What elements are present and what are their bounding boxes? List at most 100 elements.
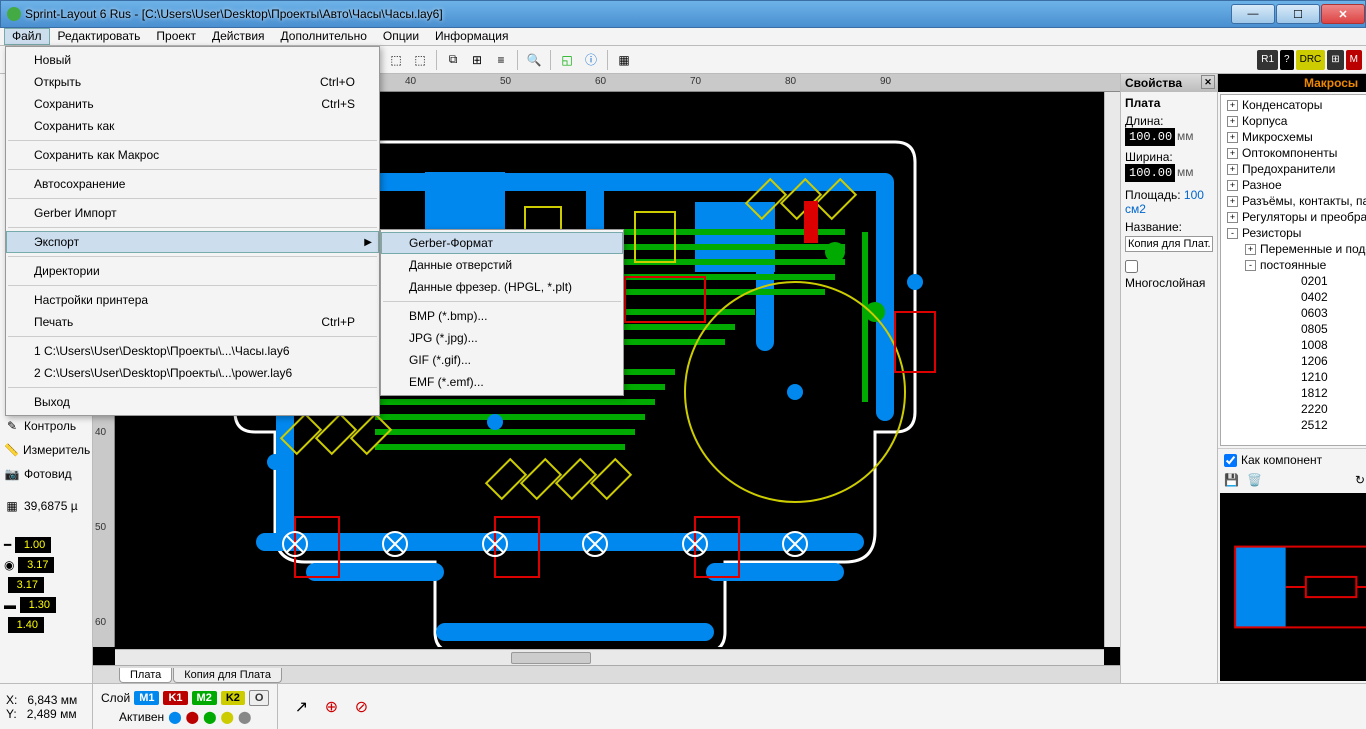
export-mill[interactable]: Данные фрезер. (HPGL, *.plt) [381, 276, 623, 298]
layer-m1[interactable]: M1 [134, 691, 159, 705]
export-gerber[interactable]: Gerber-Формат [381, 232, 623, 254]
refresh-icon[interactable]: ↻ [1355, 473, 1365, 487]
tb-info[interactable]: ⓘ [580, 49, 602, 71]
export-jpg[interactable]: JPG (*.jpg)... [381, 327, 623, 349]
track-width[interactable]: ━1.00 [0, 536, 92, 554]
tb-help[interactable]: ? [1280, 50, 1294, 70]
menu-options[interactable]: Опции [375, 28, 427, 45]
tb-b[interactable]: ⊞ [466, 49, 488, 71]
tb-a[interactable]: ⧉ [442, 49, 464, 71]
export-emf[interactable]: EMF (*.emf)... [381, 371, 623, 393]
menu-edit[interactable]: Редактировать [50, 28, 149, 45]
layer-k1[interactable]: K1 [163, 691, 187, 705]
tb-rt2[interactable]: ⊞ [1327, 50, 1343, 70]
tree-node[interactable]: 2220 [1221, 401, 1366, 417]
status-cancel-icon[interactable]: ⊘ [350, 696, 372, 718]
width-label: Ширина: [1125, 150, 1213, 164]
pad-outer[interactable]: ◉3.17 [0, 556, 92, 574]
tree-node[interactable]: +Оптокомпоненты [1221, 145, 1366, 161]
tb-sel[interactable]: ◱ [556, 49, 578, 71]
scrollbar-vertical[interactable] [1104, 92, 1120, 647]
tb-drc[interactable]: DRC [1296, 50, 1326, 70]
tree-node[interactable]: 2512 [1221, 417, 1366, 433]
smd-h[interactable]: 1.40 [0, 616, 92, 634]
smd-w[interactable]: ▬1.30 [0, 596, 92, 614]
menu-new[interactable]: Новый [6, 49, 379, 71]
menu-save[interactable]: СохранитьCtrl+S [6, 93, 379, 115]
export-submenu: Gerber-Формат Данные отверстий Данные фр… [380, 229, 624, 396]
export-bmp[interactable]: BMP (*.bmp)... [381, 305, 623, 327]
menu-file[interactable]: Файл [4, 28, 50, 45]
menu-recent1[interactable]: 1 C:\Users\User\Desktop\Проекты\...\Часы… [6, 340, 379, 362]
width-value[interactable]: 100.00 [1125, 164, 1175, 182]
delete-macro-icon[interactable]: 🗑️ [1247, 473, 1262, 487]
tree-node[interactable]: 1206 [1221, 353, 1366, 369]
tree-node[interactable]: +Предохранители [1221, 161, 1366, 177]
menu-project[interactable]: Проект [148, 28, 204, 45]
tree-node[interactable]: -постоянные [1221, 257, 1366, 273]
as-component-checkbox[interactable] [1224, 454, 1237, 467]
board-name-input[interactable] [1125, 236, 1213, 252]
layer-o[interactable]: O [249, 690, 270, 706]
maximize-button[interactable]: ☐ [1276, 4, 1320, 24]
tree-node[interactable]: 0603 [1221, 305, 1366, 321]
tree-node[interactable]: +Корпуса [1221, 113, 1366, 129]
tree-node[interactable]: -Резисторы [1221, 225, 1366, 241]
tree-node[interactable]: 1008 [1221, 337, 1366, 353]
close-button[interactable]: ✕ [1321, 4, 1365, 24]
macro-preview[interactable]: Drag and Drop [1220, 493, 1366, 681]
tool-control[interactable]: ✎Контроль [0, 414, 92, 438]
export-gif[interactable]: GIF (*.gif)... [381, 349, 623, 371]
tb-ungroup[interactable]: ⬚ [409, 49, 431, 71]
tree-node[interactable]: +Микросхемы [1221, 129, 1366, 145]
tree-node[interactable]: 0805 [1221, 321, 1366, 337]
tree-node[interactable]: +Разъёмы, контакты, панельки [1221, 193, 1366, 209]
tree-node[interactable]: 1812 [1221, 385, 1366, 401]
menu-recent2[interactable]: 2 C:\Users\User\Desktop\Проекты\...\powe… [6, 362, 379, 384]
tree-node[interactable]: +Регуляторы и преобразователи пит [1221, 209, 1366, 225]
menu-savemacro[interactable]: Сохранить как Макрос [6, 144, 379, 166]
status-target-icon[interactable]: ⊕ [320, 696, 342, 718]
multilayer-checkbox[interactable] [1125, 260, 1138, 273]
menu-dirs[interactable]: Директории [6, 260, 379, 282]
tab-board2[interactable]: Копия для Плата [173, 668, 282, 683]
tree-node[interactable]: 0201 [1221, 273, 1366, 289]
menu-printersettings[interactable]: Настройки принтера [6, 289, 379, 311]
tree-node[interactable]: +Переменные и подстроечные [1221, 241, 1366, 257]
menu-export[interactable]: Экспорт▶ [6, 231, 379, 253]
scrollbar-horizontal[interactable] [115, 649, 1104, 665]
menu-gerberimport[interactable]: Gerber Импорт [6, 202, 379, 224]
grid-setting[interactable]: ▦39,6875 µ [0, 494, 92, 518]
tool-meter[interactable]: 📏Измеритель [0, 438, 92, 462]
menu-extra[interactable]: Дополнительно [273, 28, 375, 45]
menu-open[interactable]: ОткрытьCtrl+O [6, 71, 379, 93]
macros-tree[interactable]: +Конденсаторы+Корпуса+Микросхемы+Оптоком… [1220, 94, 1366, 446]
tree-node[interactable]: 1210 [1221, 369, 1366, 385]
tb-c[interactable]: ≡ [490, 49, 512, 71]
tool-photoview[interactable]: 📷Фотовид [0, 462, 92, 486]
menu-actions[interactable]: Действия [204, 28, 273, 45]
menu-print[interactable]: ПечатьCtrl+P [6, 311, 379, 333]
close-props-icon[interactable]: ✕ [1201, 75, 1215, 89]
tb-hatch[interactable]: ▦ [613, 49, 635, 71]
tb-m[interactable]: M [1346, 50, 1362, 70]
tree-node[interactable]: +Разное [1221, 177, 1366, 193]
layer-k2[interactable]: K2 [221, 691, 245, 705]
length-value[interactable]: 100.00 [1125, 128, 1175, 146]
minimize-button[interactable]: — [1231, 4, 1275, 24]
tree-node[interactable]: +Конденсаторы [1221, 97, 1366, 113]
tb-zoom[interactable]: 🔍 [523, 49, 545, 71]
save-macro-icon[interactable]: 💾 [1224, 473, 1239, 487]
menu-exit[interactable]: Выход [6, 391, 379, 413]
tree-node[interactable]: 0402 [1221, 289, 1366, 305]
status-cursor-icon[interactable]: ↗ [290, 696, 312, 718]
menu-autosave[interactable]: Автосохранение [6, 173, 379, 195]
layer-m2[interactable]: M2 [192, 691, 217, 705]
menu-saveas[interactable]: Сохранить как [6, 115, 379, 137]
export-drill[interactable]: Данные отверстий [381, 254, 623, 276]
tab-board1[interactable]: Плата [119, 668, 172, 683]
menu-info[interactable]: Информация [427, 28, 516, 45]
tb-rt1[interactable]: R1 [1257, 50, 1278, 70]
pad-inner[interactable]: 3.17 [0, 576, 92, 594]
tb-group[interactable]: ⬚ [385, 49, 407, 71]
